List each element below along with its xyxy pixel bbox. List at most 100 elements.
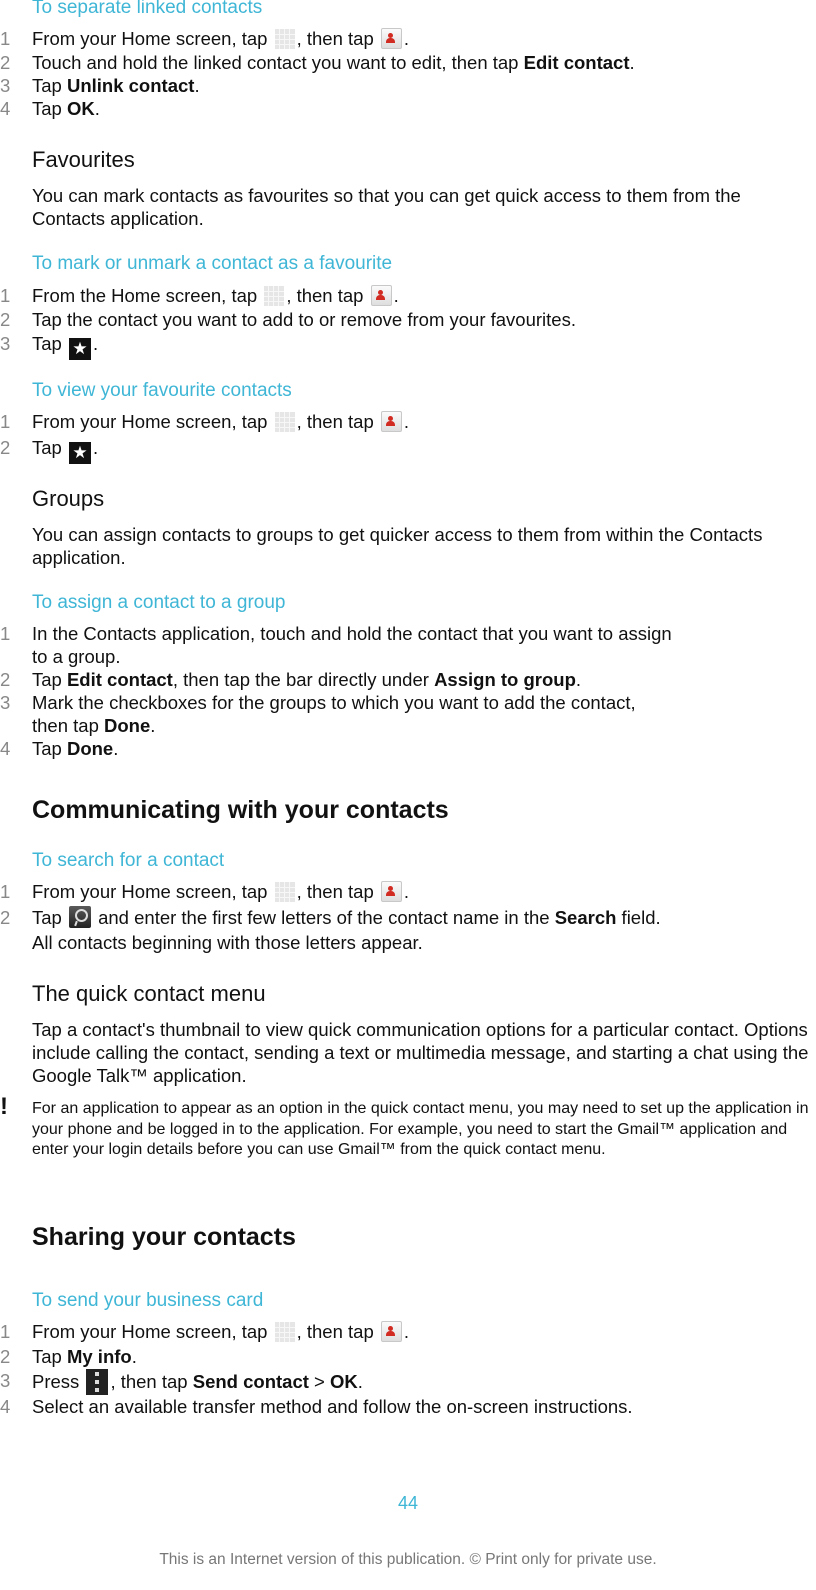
ui-label: Edit contact: [66, 669, 173, 690]
step-number: 3: [0, 1370, 11, 1391]
step-number: 1: [0, 623, 11, 644]
contacts-icon: [380, 881, 402, 902]
heading-view-favourites: To view your favourite contacts: [32, 380, 292, 401]
step-text: , then tap: [110, 1371, 193, 1392]
step-text: Tap: [32, 437, 67, 458]
step-text: , then tap: [296, 28, 379, 49]
step-text: Tap: [32, 738, 67, 759]
ui-label: Unlink contact: [66, 75, 195, 96]
groups-description: You can assign contacts to groups to get…: [32, 524, 763, 568]
ui-label: Done: [104, 715, 151, 736]
step-text: Tap: [32, 333, 67, 354]
step-number: 3: [0, 692, 11, 713]
step-text: Touch and hold the linked contact you wa…: [32, 52, 524, 73]
step-text: , then tap: [286, 285, 369, 306]
apps-grid-icon: [264, 286, 285, 306]
step-text: From your Home screen, tap: [32, 411, 273, 432]
step-text: .: [113, 738, 119, 759]
step-text: field.: [616, 907, 661, 928]
quick-menu-description: Tap a contact's thumbnail to view quick …: [32, 1019, 809, 1086]
heading-communicating: Communicating with your contacts: [32, 796, 449, 824]
step-number: 3: [0, 333, 11, 354]
ui-label: Assign to group: [434, 669, 576, 690]
step-text: , then tap: [296, 411, 379, 432]
step-number: 2: [0, 1346, 11, 1367]
favourites-description: You can mark contacts as favourites so t…: [32, 185, 741, 229]
step-text: , then tap: [296, 1321, 379, 1342]
step-text: Tap: [32, 907, 67, 928]
heading-search-contact: To search for a contact: [32, 850, 225, 871]
step-text: .: [94, 98, 100, 119]
step-number: 1: [0, 411, 11, 432]
step-text: .: [403, 881, 410, 902]
step-number: 1: [0, 881, 11, 902]
step-text: .: [403, 411, 410, 432]
contacts-icon: [380, 1321, 402, 1342]
step-text: From your Home screen, tap: [32, 881, 273, 902]
step-text: then tap: [32, 715, 105, 736]
step-number: 1: [0, 285, 11, 306]
heading-favourites: Favourites: [32, 147, 135, 172]
ui-label: OK: [66, 98, 95, 119]
step-text: .: [92, 333, 99, 354]
apps-grid-icon: [274, 29, 295, 49]
heading-quick-contact-menu: The quick contact menu: [32, 981, 266, 1006]
heading-separate-linked-contacts: To separate linked contacts: [32, 0, 263, 18]
contacts-icon: [380, 411, 402, 432]
step-text: .: [92, 437, 99, 458]
heading-assign-group: To assign a contact to a group: [32, 592, 286, 613]
step-number: 2: [0, 437, 11, 458]
step-number: 2: [0, 309, 11, 330]
step-text: .: [194, 75, 200, 96]
step-number: 1: [0, 28, 11, 49]
ui-label: Done: [66, 738, 114, 759]
heading-groups: Groups: [32, 486, 105, 511]
step-number: 1: [0, 1321, 11, 1342]
apps-grid-icon: [274, 882, 295, 902]
step-text: >: [308, 1371, 330, 1392]
step-text: Press: [32, 1371, 85, 1392]
step-number: 4: [0, 98, 11, 119]
heading-sharing: Sharing your contacts: [32, 1223, 296, 1251]
step-number: 4: [0, 738, 11, 759]
step-number: 4: [0, 1396, 11, 1417]
step-text: All contacts beginning with those letter…: [32, 932, 423, 953]
step-text: , then tap the bar directly under: [172, 669, 435, 690]
step-text: Tap: [32, 98, 67, 119]
contacts-icon: [370, 285, 392, 306]
heading-mark-favourite: To mark or unmark a contact as a favouri…: [32, 253, 393, 274]
step-text: .: [357, 1371, 363, 1392]
step-text: .: [393, 285, 399, 306]
contacts-icon: [380, 28, 402, 49]
apps-grid-icon: [274, 1322, 295, 1342]
step-text: From your Home screen, tap: [32, 1321, 273, 1342]
ui-label: Send contact: [192, 1371, 309, 1392]
step-text: Mark the checkboxes for the groups to wh…: [32, 692, 636, 713]
apps-grid-icon: [274, 412, 295, 432]
step-number: 2: [0, 669, 11, 690]
step-text: .: [403, 28, 410, 49]
step-text: to a group.: [32, 646, 121, 667]
warning-note: For an application to appear as an optio…: [32, 1100, 809, 1158]
step-text: In the Contacts application, touch and h…: [32, 623, 672, 644]
step-text: From the Home screen, tap: [32, 285, 263, 306]
step-text: .: [575, 669, 582, 690]
star-icon: ★: [68, 442, 91, 464]
ui-label: Edit contact: [523, 52, 630, 73]
step-text: , then tap: [296, 881, 379, 902]
step-number: 2: [0, 52, 11, 73]
step-text: Tap: [32, 75, 67, 96]
ui-label: My info: [66, 1346, 132, 1367]
ui-label: OK: [330, 1371, 358, 1392]
step-text: .: [131, 1346, 137, 1367]
warning-icon: !: [0, 1093, 8, 1120]
step-text: Tap the contact you want to add to or re…: [32, 309, 576, 330]
page-number: 44: [397, 1493, 419, 1513]
step-number: 3: [0, 75, 11, 96]
step-text: and enter the first few letters of the c…: [92, 907, 555, 928]
step-text: Select an available transfer method and …: [32, 1396, 633, 1417]
step-text: Tap: [32, 1346, 67, 1367]
step-text: .: [629, 52, 635, 73]
ui-label: Search: [554, 907, 617, 928]
menu-icon: [86, 1369, 109, 1395]
